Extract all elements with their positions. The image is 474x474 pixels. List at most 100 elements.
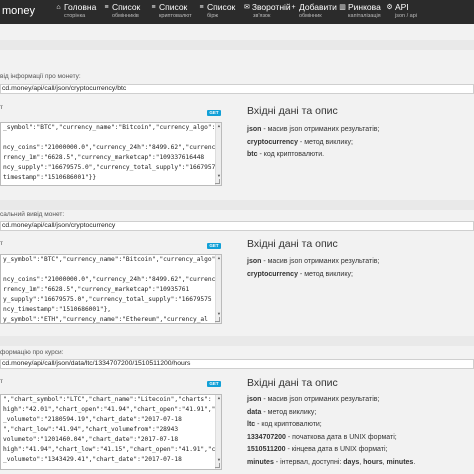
response-label: т (0, 240, 3, 247)
param-option: hours (363, 458, 383, 466)
param-key: json (247, 396, 262, 403)
param-option: minutes (386, 458, 414, 466)
nav-item-sublabel: обмінник (299, 13, 322, 19)
code-line: _symbol":"BTC","currency_name":"Bitcoin"… (3, 124, 222, 131)
nav-item-0[interactable]: ⌂ Головна сторінка (55, 0, 102, 19)
nav-item-4[interactable]: ✉ Зворотній зв'язок (244, 0, 291, 19)
list-icon: ≡ (151, 3, 156, 11)
json-response-textarea[interactable]: _symbol":"BTC","currency_name":"Bitcoin"… (0, 122, 222, 186)
nav-item-sublabel: капіталізація (348, 13, 381, 19)
textarea-resize-handle[interactable] (215, 463, 220, 468)
section-divider (0, 200, 474, 210)
json-response-textarea[interactable]: y_symbol":"BTC","currency_name":"Bitcoin… (0, 254, 222, 324)
scroll-up-arrow-icon[interactable]: ▲ (217, 396, 221, 400)
code-line: ncy_supply":"16679575.0","currency_total… (3, 164, 222, 171)
param-key: ltc (247, 421, 256, 429)
params-description: json - масив json отриманих результатів;… (247, 124, 379, 162)
api-url-field[interactable]: cd.money/api/call/json/cryptocurrency/bt… (0, 84, 474, 94)
nav-item-label: Ринкова (348, 2, 381, 12)
nav-item-sublabel: криптовалют (159, 13, 192, 19)
code-line: high":"41.94","chart_low":"41.15","chart… (3, 446, 220, 453)
nav-item-label-row: ▥ Ринкова (339, 2, 385, 12)
plus-icon: + (291, 3, 296, 11)
nav-item-label-row: ≡ Список (103, 2, 149, 12)
textarea-scrollbar[interactable]: ▲ ▼ (215, 123, 221, 185)
textarea-resize-handle[interactable] (215, 179, 220, 184)
scroll-down-arrow-icon[interactable]: ▼ (217, 458, 221, 462)
param-text: - код криптовалюти; (255, 421, 322, 429)
param-key: json (247, 258, 262, 265)
get-method-badge: GET (207, 243, 221, 249)
param-row: ltc - код криптовалюти; (247, 419, 415, 432)
response-label: т (0, 104, 3, 111)
nav-item-label: Список (112, 2, 141, 12)
param-row: cryptocurrency - метод виклику; (247, 269, 379, 282)
brand-logo-text[interactable]: money (0, 0, 55, 17)
param-row: 1510511200 - кінцева дата в UNIX форматі… (247, 444, 415, 457)
param-text: - масив json отриманих результатів; (261, 126, 380, 133)
section-title: сальний вивід монет: (0, 211, 65, 218)
nav-menu: ⌂ Головна сторінка ≡ Список обмінників ≡ Список… (55, 0, 427, 19)
api-url-field[interactable]: cd.money/api/call/json/cryptocurrency (0, 221, 474, 231)
param-row: json - масив json отриманих результатів; (247, 124, 379, 137)
param-text: - метод виклику; (261, 408, 317, 416)
param-row: btc - код криптовалюти. (247, 149, 379, 162)
param-text: - масив json отриманих результатів; (261, 258, 380, 265)
api-url-field[interactable]: cd.money/api/call/json/data/ltc/13347072… (0, 359, 474, 369)
code-line: high":"42.01","chart_open":"41.94","char… (3, 406, 222, 413)
nav-item-label-row: ✉ Зворотній (244, 2, 291, 12)
param-key: minutes (247, 458, 274, 466)
param-text: - масив json отриманих результатів; (261, 396, 380, 403)
param-row: json - масив json отриманих результатів; (247, 394, 415, 407)
param-text: - інтервал, доступні: (273, 458, 344, 466)
param-text: - код криптовалюти. (257, 151, 325, 159)
nav-item-6[interactable]: ▥ Ринкова капіталізація (339, 0, 385, 19)
code-line: _volumeto":"2180594.19","chart_date":"20… (3, 416, 182, 423)
nav-item-7[interactable]: ⚙ API json / api (386, 0, 426, 19)
textarea-resize-handle[interactable] (215, 317, 220, 322)
param-text: - метод виклику; (297, 138, 353, 146)
nav-item-5[interactable]: + Добавити обмінник (290, 0, 338, 19)
param-row: 1334707200 - початкова дата в UNIX форма… (247, 432, 415, 445)
nav-item-sublabel: сторінка (64, 13, 86, 19)
nav-item-label-row: ≡ Список (198, 2, 243, 12)
scroll-up-arrow-icon[interactable]: ▲ (217, 124, 221, 128)
scroll-up-arrow-icon[interactable]: ▲ (217, 256, 221, 260)
list-icon: ≡ (104, 3, 109, 11)
param-option: days (343, 458, 360, 466)
nav-item-label: Список (159, 2, 188, 12)
chart-icon: ▥ (339, 3, 346, 11)
code-line: volumeto":"1201460.04","chart_date":"201… (3, 436, 179, 443)
code-line: rrency_1m":"6628.5","currency_marketcap"… (3, 154, 205, 161)
nav-item-label: Список (207, 2, 236, 12)
input-params-heading: Вхідні дані та опис (247, 377, 338, 389)
response-label: т (0, 378, 3, 385)
nav-item-sublabel: зв'язок (253, 13, 271, 19)
param-text: - метод виклику; (297, 270, 353, 278)
nav-item-label-row: ⚙ API (386, 2, 426, 12)
section-title: формацію про курси: (0, 349, 64, 356)
textarea-scrollbar[interactable]: ▲ ▼ (215, 395, 221, 469)
scroll-down-arrow-icon[interactable]: ▼ (217, 174, 221, 178)
code-line: y_supply":"16679575.0","currency_total_s… (3, 296, 212, 303)
home-icon: ⌂ (56, 3, 61, 11)
nav-item-3[interactable]: ≡ Список бірж (198, 0, 243, 19)
section-divider (0, 40, 474, 50)
textarea-scrollbar[interactable]: ▲ ▼ (215, 255, 221, 323)
json-response-textarea[interactable]: ","chart_symbol":"LTC","chart_name":"Lit… (0, 394, 222, 470)
nav-item-label-row: ≡ Список (150, 2, 197, 12)
param-key: cryptocurrency (247, 138, 298, 146)
code-line: rrency_1m":"6628.5","currency_marketcap"… (3, 286, 190, 293)
nav-item-label: Добавити (299, 2, 337, 12)
scroll-down-arrow-icon[interactable]: ▼ (217, 312, 221, 316)
nav-item-label: API (395, 2, 409, 12)
param-text: - початкова дата в UNIX форматі; (285, 433, 397, 441)
code-line: ncy_timestamp":"1510686001"}, (3, 306, 112, 313)
nav-item-1[interactable]: ≡ Список обмінників (103, 0, 149, 19)
param-key: 1510511200 (247, 446, 286, 454)
param-key: btc (247, 151, 258, 159)
nav-item-2[interactable]: ≡ Список криптовалют (150, 0, 197, 19)
code-line: ","chart_symbol":"LTC","chart_name":"Lit… (3, 396, 212, 403)
